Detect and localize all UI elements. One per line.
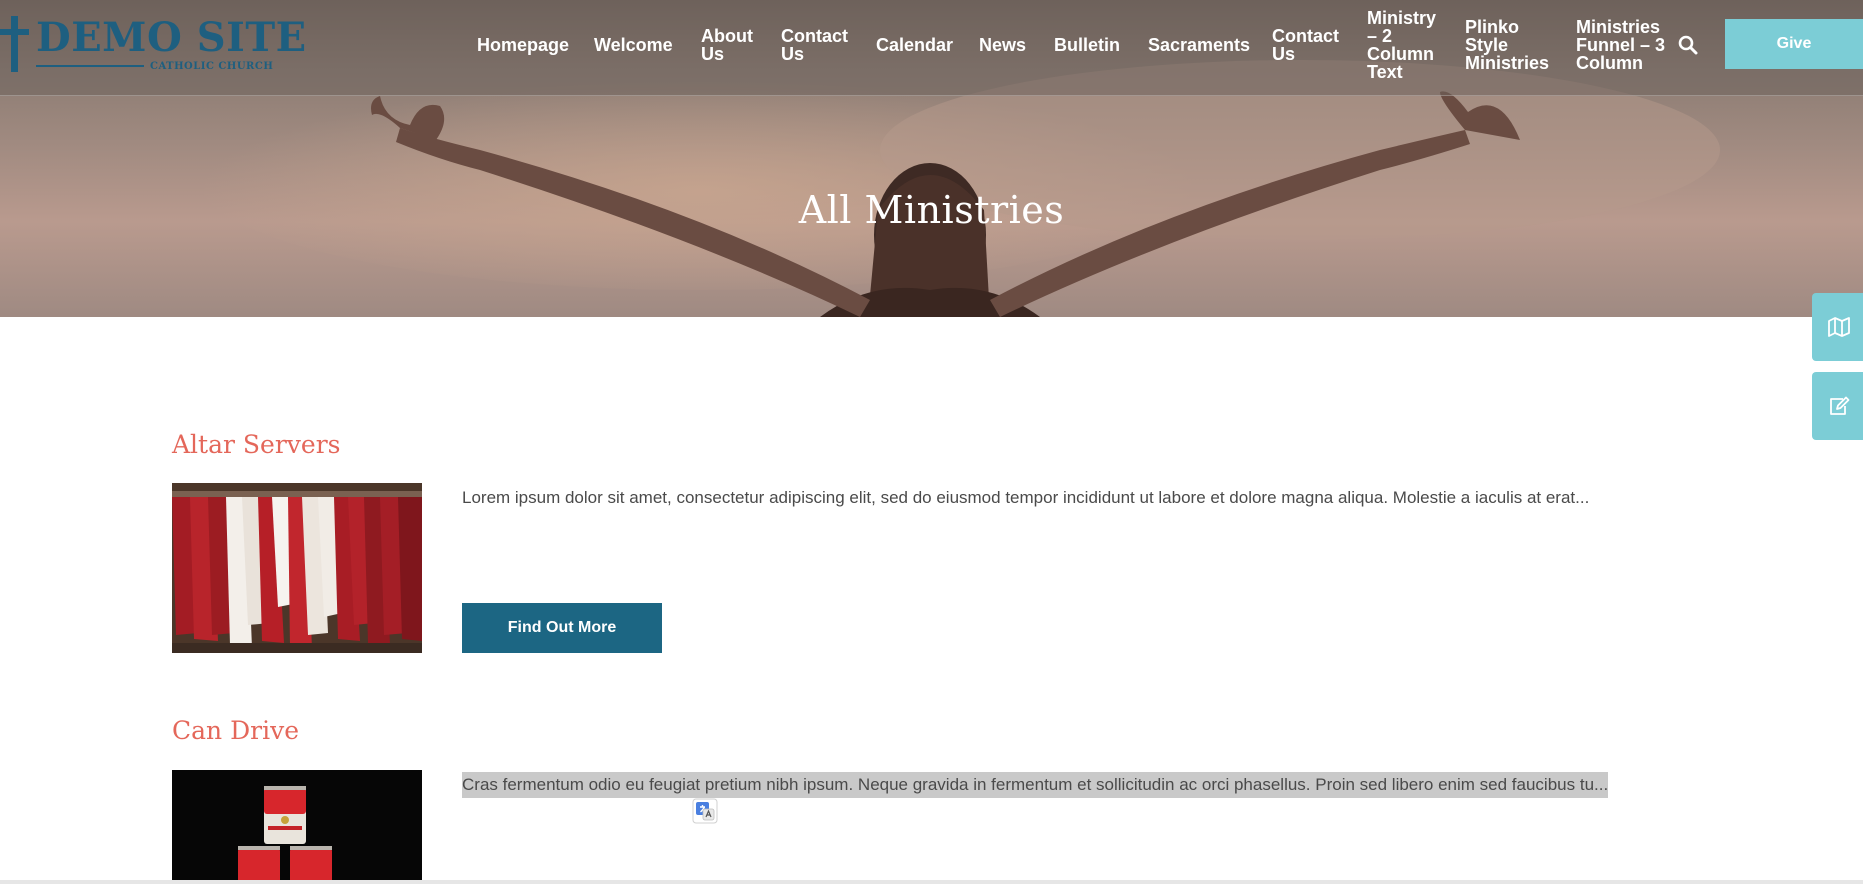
translate-icon[interactable] [692, 798, 718, 824]
site-header: DEMO SITE CATHOLIC CHURCH Homepage Welco… [0, 0, 1863, 96]
page: All Ministries DEMO SITE CATHOLIC CHURCH… [0, 0, 1863, 884]
site-name: DEMO SITE [36, 14, 307, 61]
horizontal-scrollbar[interactable] [0, 880, 1863, 884]
site-subtitle: CATHOLIC CHURCH [150, 61, 274, 72]
nav-item-calendar[interactable]: Calendar [876, 36, 966, 54]
page-title: All Ministries [798, 188, 1065, 232]
ministry-description-can-drive: Cras fermentum odio eu feugiat pretium n… [462, 772, 1609, 798]
give-button[interactable]: Give [1725, 19, 1863, 69]
nav-item-sacraments[interactable]: Sacraments [1148, 36, 1258, 54]
map-tab[interactable] [1812, 293, 1863, 361]
edit-icon [1830, 396, 1850, 415]
nav-item-bulletin[interactable]: Bulletin [1054, 36, 1134, 54]
find-out-more-button[interactable]: Find Out More [462, 603, 662, 653]
soup-cans-image [172, 770, 422, 880]
altar-robes-image [172, 483, 422, 653]
nav-item-contact-us[interactable]: Contact Us [781, 27, 853, 63]
site-logo[interactable]: DEMO SITE CATHOLIC CHURCH [0, 14, 306, 76]
ministry-description-altar-servers: Lorem ipsum dolor sit amet, consectetur … [462, 488, 1590, 507]
logo-divider [36, 65, 144, 67]
nav-item-news[interactable]: News [979, 36, 1039, 54]
nav-item-contact-us-2[interactable]: Contact Us [1272, 27, 1344, 63]
altar-servers-image[interactable] [172, 483, 422, 653]
cross-icon [0, 16, 29, 72]
nav-item-plinko-style-ministries[interactable]: Plinko Style Ministries [1465, 18, 1555, 72]
ministry-title-can-drive[interactable]: Can Drive [172, 716, 299, 745]
nav-item-about-us[interactable]: About Us [701, 27, 761, 63]
edit-tab[interactable] [1812, 372, 1863, 440]
nav-item-welcome[interactable]: Welcome [594, 36, 684, 54]
nav-item-homepage[interactable]: Homepage [477, 36, 587, 54]
nav-item-ministries-funnel-3-column[interactable]: Ministries Funnel – 3 Column [1576, 18, 1666, 72]
can-drive-image[interactable] [172, 770, 422, 880]
search-icon[interactable] [1678, 35, 1698, 55]
map-icon [1828, 317, 1850, 337]
ministry-title-altar-servers[interactable]: Altar Servers [172, 430, 340, 459]
nav-item-ministry-2-column-text[interactable]: Ministry – 2 Column Text [1367, 9, 1441, 81]
